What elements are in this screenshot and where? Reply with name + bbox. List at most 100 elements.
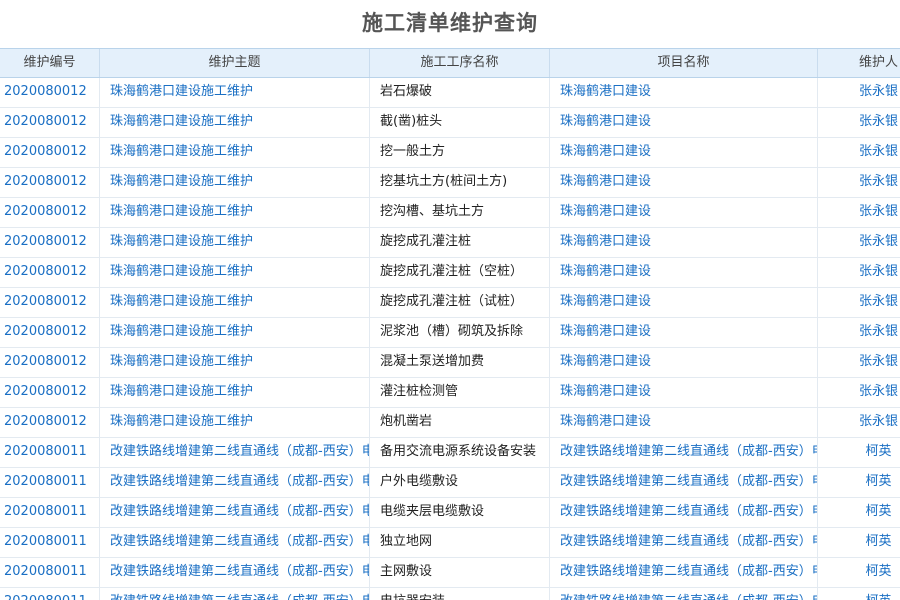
cell-project[interactable]: 珠海鹤港口建设 — [550, 78, 818, 107]
cell-person[interactable]: 张永银 — [818, 138, 900, 167]
cell-id[interactable]: 2020080012 — [0, 288, 100, 317]
cell-topic[interactable]: 珠海鹤港口建设施工维护 — [100, 78, 370, 107]
cell-person[interactable]: 张永银 — [818, 378, 900, 407]
cell-person[interactable]: 柯英 — [818, 528, 900, 557]
cell-id[interactable]: 2020080012 — [0, 408, 100, 437]
cell-project[interactable]: 珠海鹤港口建设 — [550, 408, 818, 437]
column-header-project[interactable]: 项目名称 — [550, 49, 818, 77]
cell-project[interactable]: 珠海鹤港口建设 — [550, 138, 818, 167]
column-header-id[interactable]: 维护编号 — [0, 49, 100, 77]
table-row[interactable]: 2020080012 珠海鹤港口建设施工维护 混凝土泵送增加费 珠海鹤港口建设 张永银 — [0, 348, 900, 378]
cell-id[interactable]: 2020080011 — [0, 528, 100, 557]
cell-project[interactable]: 珠海鹤港口建设 — [550, 318, 818, 347]
cell-person[interactable]: 张永银 — [818, 78, 900, 107]
cell-process: 岩石爆破 — [370, 78, 550, 107]
column-header-topic[interactable]: 维护主题 — [100, 49, 370, 77]
cell-person[interactable]: 柯英 — [818, 468, 900, 497]
cell-topic[interactable]: 改建铁路线增建第二线直通线（成都-西安）电 — [100, 498, 370, 527]
cell-id[interactable]: 2020080012 — [0, 378, 100, 407]
cell-project[interactable]: 珠海鹤港口建设 — [550, 168, 818, 197]
cell-person[interactable]: 张永银 — [818, 348, 900, 377]
cell-project[interactable]: 珠海鹤港口建设 — [550, 378, 818, 407]
cell-topic[interactable]: 改建铁路线增建第二线直通线（成都-西安）电 — [100, 588, 370, 600]
cell-person[interactable]: 张永银 — [818, 318, 900, 347]
cell-person[interactable]: 柯英 — [818, 498, 900, 527]
cell-project[interactable]: 珠海鹤港口建设 — [550, 198, 818, 227]
cell-process: 电缆夹层电缆敷设 — [370, 498, 550, 527]
table-row[interactable]: 2020080012 珠海鹤港口建设施工维护 旋挖成孔灌注桩（试桩） 珠海鹤港口建设张… — [0, 288, 900, 318]
cell-topic[interactable]: 珠海鹤港口建设施工维护 — [100, 138, 370, 167]
cell-id[interactable]: 2020080011 — [0, 588, 100, 600]
cell-topic[interactable]: 珠海鹤港口建设施工维护 — [100, 408, 370, 437]
cell-project[interactable]: 改建铁路线增建第二线直通线（成都-西安）电 — [550, 468, 818, 497]
table-row[interactable]: 2020080011 改建铁路线增建第二线直通线（成都-西安）电 电缆夹层电缆敷设改… — [0, 498, 900, 528]
cell-id[interactable]: 2020080012 — [0, 228, 100, 257]
cell-person[interactable]: 柯英 — [818, 558, 900, 587]
table-row[interactable]: 2020080012 珠海鹤港口建设施工维护 旋挖成孔灌注桩（空桩） 珠海鹤港口建设张… — [0, 258, 900, 288]
cell-person[interactable]: 张永银 — [818, 288, 900, 317]
column-header-process[interactable]: 施工工序名称 — [370, 49, 550, 77]
cell-person[interactable]: 张永银 — [818, 228, 900, 257]
table-row[interactable]: 2020080011 改建铁路线增建第二线直通线（成都-西安）电 独立地网 改建铁路线… — [0, 528, 900, 558]
cell-id[interactable]: 2020080012 — [0, 138, 100, 167]
cell-person[interactable]: 柯英 — [818, 588, 900, 600]
cell-project[interactable]: 珠海鹤港口建设 — [550, 228, 818, 257]
cell-topic[interactable]: 珠海鹤港口建设施工维护 — [100, 198, 370, 227]
cell-id[interactable]: 2020080012 — [0, 78, 100, 107]
cell-person[interactable]: 张永银 — [818, 108, 900, 137]
cell-id[interactable]: 2020080012 — [0, 108, 100, 137]
cell-topic[interactable]: 改建铁路线增建第二线直通线（成都-西安）电 — [100, 438, 370, 467]
table-row[interactable]: 2020080011 改建铁路线增建第二线直通线（成都-西安）电 户外电缆敷设 改建铁… — [0, 468, 900, 498]
cell-topic[interactable]: 珠海鹤港口建设施工维护 — [100, 168, 370, 197]
cell-topic[interactable]: 珠海鹤港口建设施工维护 — [100, 288, 370, 317]
cell-id[interactable]: 2020080012 — [0, 198, 100, 227]
table-row[interactable]: 2020080012 珠海鹤港口建设施工维护 挖一般土方 珠海鹤港口建设 张永银 — [0, 138, 900, 168]
cell-topic[interactable]: 改建铁路线增建第二线直通线（成都-西安）电 — [100, 558, 370, 587]
cell-project[interactable]: 改建铁路线增建第二线直通线（成都-西安）电 — [550, 498, 818, 527]
cell-id[interactable]: 2020080011 — [0, 438, 100, 467]
cell-topic[interactable]: 珠海鹤港口建设施工维护 — [100, 378, 370, 407]
cell-process: 炮机凿岩 — [370, 408, 550, 437]
cell-person[interactable]: 柯英 — [818, 438, 900, 467]
cell-project[interactable]: 改建铁路线增建第二线直通线（成都-西安）电 — [550, 558, 818, 587]
cell-project[interactable]: 改建铁路线增建第二线直通线（成都-西安）电 — [550, 588, 818, 600]
cell-topic[interactable]: 珠海鹤港口建设施工维护 — [100, 348, 370, 377]
table-row[interactable]: 2020080012 珠海鹤港口建设施工维护 旋挖成孔灌注桩 珠海鹤港口建设 张永银 — [0, 228, 900, 258]
cell-id[interactable]: 2020080012 — [0, 318, 100, 347]
table-row[interactable]: 2020080012 珠海鹤港口建设施工维护 泥浆池（槽）砌筑及拆除 珠海鹤港口建设张… — [0, 318, 900, 348]
cell-person[interactable]: 张永银 — [818, 198, 900, 227]
cell-project[interactable]: 珠海鹤港口建设 — [550, 258, 818, 287]
cell-project[interactable]: 改建铁路线增建第二线直通线（成都-西安）电 — [550, 528, 818, 557]
table-header: 维护编号 维护主题 施工工序名称 项目名称 维护人 — [0, 48, 900, 78]
cell-project[interactable]: 珠海鹤港口建设 — [550, 288, 818, 317]
cell-project[interactable]: 改建铁路线增建第二线直通线（成都-西安）电 — [550, 438, 818, 467]
column-header-person[interactable]: 维护人 — [818, 49, 900, 77]
table-row[interactable]: 2020080012 珠海鹤港口建设施工维护 挖基坑土方(桩间土方) 珠海鹤港口建设张… — [0, 168, 900, 198]
cell-process: 独立地网 — [370, 528, 550, 557]
cell-id[interactable]: 2020080012 — [0, 348, 100, 377]
table-row[interactable]: 2020080012 珠海鹤港口建设施工维护 岩石爆破 珠海鹤港口建设 张永银 — [0, 78, 900, 108]
cell-project[interactable]: 珠海鹤港口建设 — [550, 108, 818, 137]
table-row[interactable]: 2020080012 珠海鹤港口建设施工维护 灌注桩检测管 珠海鹤港口建设 张永银 — [0, 378, 900, 408]
cell-topic[interactable]: 珠海鹤港口建设施工维护 — [100, 318, 370, 347]
cell-id[interactable]: 2020080011 — [0, 498, 100, 527]
cell-person[interactable]: 张永银 — [818, 258, 900, 287]
cell-topic[interactable]: 珠海鹤港口建设施工维护 — [100, 258, 370, 287]
table-row[interactable]: 2020080012 珠海鹤港口建设施工维护 截(凿)桩头 珠海鹤港口建设 张永银 — [0, 108, 900, 138]
table-row[interactable]: 2020080012 珠海鹤港口建设施工维护 炮机凿岩 珠海鹤港口建设 张永银 — [0, 408, 900, 438]
cell-id[interactable]: 2020080011 — [0, 468, 100, 497]
cell-topic[interactable]: 改建铁路线增建第二线直通线（成都-西安）电 — [100, 468, 370, 497]
cell-project[interactable]: 珠海鹤港口建设 — [550, 348, 818, 377]
cell-topic[interactable]: 珠海鹤港口建设施工维护 — [100, 228, 370, 257]
cell-topic[interactable]: 改建铁路线增建第二线直通线（成都-西安）电 — [100, 528, 370, 557]
table-row[interactable]: 2020080011改建铁路线增建第二线直通线（成都-西安）电电抗器安装改建铁路… — [0, 588, 900, 600]
table-row[interactable]: 2020080011 改建铁路线增建第二线直通线（成都-西安）电 主网敷设 改建铁路线… — [0, 558, 900, 588]
table-row[interactable]: 2020080012 珠海鹤港口建设施工维护 挖沟槽、基坑土方 珠海鹤港口建设 张永银 — [0, 198, 900, 228]
cell-id[interactable]: 2020080012 — [0, 258, 100, 287]
cell-id[interactable]: 2020080011 — [0, 558, 100, 587]
cell-topic[interactable]: 珠海鹤港口建设施工维护 — [100, 108, 370, 137]
table-row[interactable]: 2020080011 改建铁路线增建第二线直通线（成都-西安）电 备用交流电源系统设… — [0, 438, 900, 468]
cell-id[interactable]: 2020080012 — [0, 168, 100, 197]
cell-person[interactable]: 张永银 — [818, 408, 900, 437]
cell-person[interactable]: 张永银 — [818, 168, 900, 197]
